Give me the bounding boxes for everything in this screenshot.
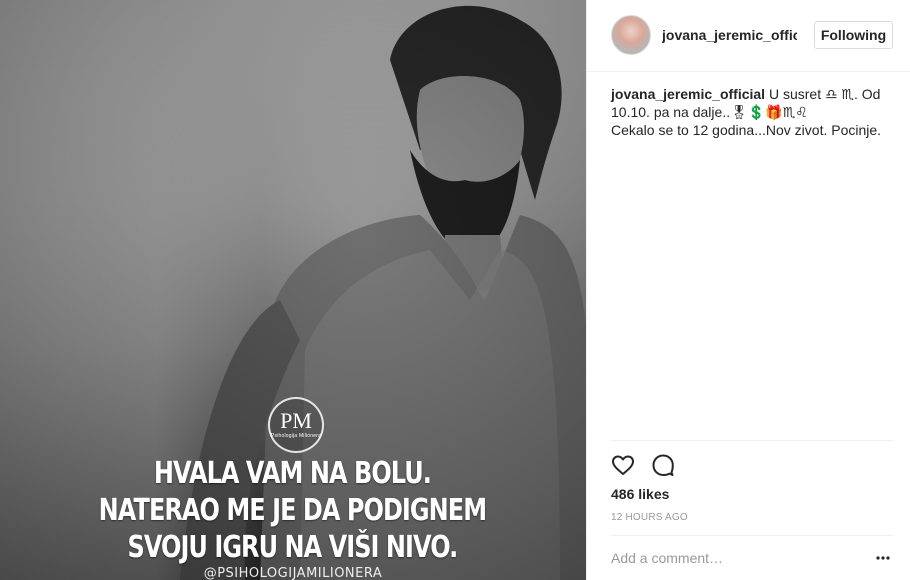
comment-bubble-icon[interactable] [651,453,675,477]
quote-line-1: HVALA VAM NA BOLU. [153,456,432,491]
likes-count[interactable]: 486 likes [611,486,669,502]
post-timestamp[interactable]: 12 HOURS AGO [611,512,688,523]
caption: jovana_jeremic_official U susret ♎ ♏. Od… [611,85,887,139]
pm-logo: PM Psihologija Milionera [268,397,324,453]
instagram-post: PM Psihologija Milionera HVALA VAM NA BO… [0,0,910,580]
ellipsis-icon[interactable] [873,548,893,568]
image-watermark: @PSIHOLOGIJAMILIONERA [203,566,383,580]
heart-icon[interactable] [611,453,635,477]
avatar[interactable] [611,15,651,55]
post-details-panel: jovana_jeremic_official Following jovana… [586,0,910,580]
header-username[interactable]: jovana_jeremic_official [662,27,797,43]
add-comment-input[interactable] [611,548,851,568]
caption-username[interactable]: jovana_jeremic_official [611,86,765,102]
quote-line-3: SVOJU IGRU NA VIŠI NIVO. [127,530,459,565]
logo-monogram: PM [280,408,312,433]
comment-box [611,535,893,580]
post-header: jovana_jeremic_official Following [587,0,910,72]
actions-divider [611,440,893,441]
quote-line-2: NATERAO ME JE DA PODIGNEM [98,493,487,528]
action-bar [611,453,691,477]
post-image[interactable]: PM Psihologija Milionera HVALA VAM NA BO… [0,0,586,580]
following-button[interactable]: Following [814,21,893,49]
logo-subtitle: Psihologija Milionera [270,433,322,439]
